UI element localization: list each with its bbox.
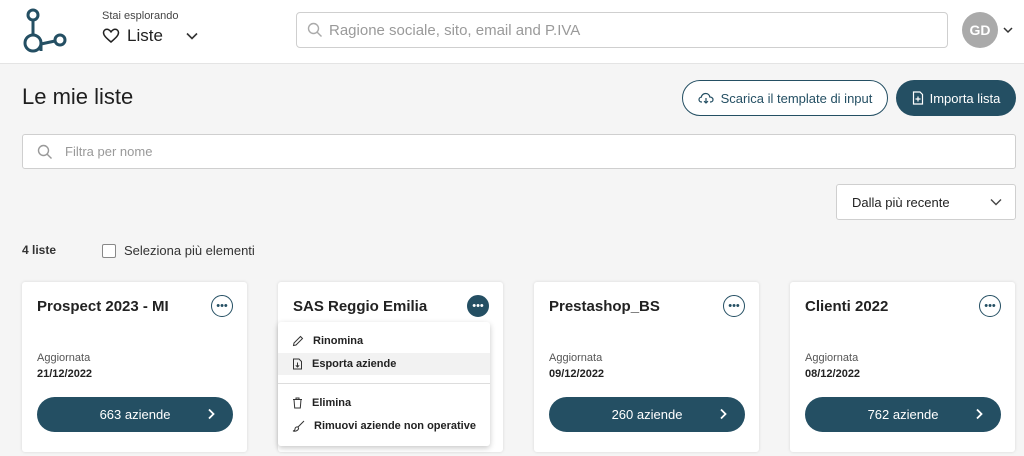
card-menu-button[interactable]: ••• (211, 295, 233, 317)
list-card[interactable]: Prestashop_BS ••• Aggiornata 09/12/2022 … (534, 282, 759, 452)
explore-switcher[interactable]: Stai esplorando Liste (102, 10, 199, 46)
more-icon: ••• (984, 299, 996, 312)
app-logo-icon[interactable] (20, 6, 70, 56)
chevron-down-icon[interactable] (1002, 24, 1014, 36)
chevron-right-icon (976, 408, 983, 420)
card-menu-button[interactable]: ••• (723, 295, 745, 317)
card-date: 08/12/2022 (805, 368, 861, 380)
chevron-down-icon[interactable] (185, 29, 199, 43)
filter-by-name[interactable] (22, 134, 1016, 169)
heart-icon (102, 28, 120, 43)
card-companies-label: 260 aziende (611, 407, 683, 422)
global-search-input[interactable] (329, 21, 929, 39)
card-updated-label: Aggiornata (805, 352, 859, 364)
card-companies-button[interactable]: 260 aziende (549, 397, 745, 432)
list-card[interactable]: Prospect 2023 - MI ••• Aggiornata 21/12/… (22, 282, 247, 452)
menu-item-rename-label: Rinomina (313, 335, 364, 347)
explore-label: Stai esplorando (102, 10, 179, 22)
more-icon: ••• (728, 299, 740, 312)
sort-select[interactable]: Dalla più recente (836, 184, 1016, 220)
more-icon: ••• (472, 299, 484, 312)
card-title: Prospect 2023 - MI (37, 298, 169, 315)
more-icon: ••• (216, 299, 228, 312)
global-search[interactable] (296, 12, 948, 48)
card-date: 09/12/2022 (549, 368, 605, 380)
card-updated-label: Aggiornata (37, 352, 91, 364)
menu-item-delete-label: Elimina (312, 397, 352, 409)
import-list-label: Importa lista (929, 90, 1001, 106)
card-title: Clienti 2022 (805, 298, 889, 315)
card-context-menu: Rinomina Esporta aziende Elimina Rimuovi… (278, 322, 490, 446)
trash-icon (293, 397, 302, 409)
search-icon (307, 22, 322, 37)
import-list-button[interactable]: Importa lista (896, 80, 1016, 116)
card-title: SAS Reggio Emilia (293, 298, 428, 315)
card-companies-label: 762 aziende (867, 407, 939, 422)
menu-item-remove-inactive[interactable]: Rimuovi aziende non operative (278, 415, 490, 437)
menu-divider (278, 383, 490, 384)
download-template-label: Scarica il template di input (720, 90, 873, 106)
multi-select-label: Seleziona più elementi (124, 243, 255, 258)
card-menu-button[interactable]: ••• (467, 295, 489, 317)
card-title: Prestashop_BS (549, 298, 660, 315)
user-avatar[interactable]: GD (962, 12, 998, 48)
card-companies-label: 663 aziende (99, 407, 171, 422)
card-menu-button[interactable]: ••• (979, 295, 1001, 317)
card-updated-label: Aggiornata (549, 352, 603, 364)
menu-item-delete[interactable]: Elimina (278, 392, 490, 414)
chevron-right-icon (208, 408, 215, 420)
page-title: Le mie liste (22, 84, 134, 109)
card-date: 21/12/2022 (37, 368, 93, 380)
search-icon (37, 144, 52, 159)
menu-item-remove-inactive-label: Rimuovi aziende non operative (314, 420, 476, 432)
menu-item-export[interactable]: Esporta aziende (278, 353, 490, 375)
filter-input[interactable] (65, 144, 965, 159)
menu-item-rename[interactable]: Rinomina (278, 330, 490, 352)
chevron-down-icon (990, 199, 1002, 206)
list-card[interactable]: Clienti 2022 ••• Aggiornata 08/12/2022 7… (790, 282, 1015, 452)
card-companies-button[interactable]: 762 aziende (805, 397, 1001, 432)
file-export-icon (293, 358, 302, 370)
pencil-icon (292, 335, 304, 347)
top-bar: Stai esplorando Liste GD (0, 0, 1024, 64)
sort-selected-value: Dalla più recente (852, 194, 950, 210)
file-add-icon (912, 91, 923, 105)
multi-select-checkbox[interactable] (102, 243, 116, 258)
lists-count: 4 liste (22, 243, 57, 257)
chevron-right-icon (720, 408, 727, 420)
explore-title: Liste (127, 26, 163, 45)
multi-select-toggle[interactable]: Seleziona più elementi (102, 243, 255, 258)
cloud-download-icon (698, 92, 714, 104)
menu-item-export-label: Esporta aziende (312, 358, 397, 370)
download-template-button[interactable]: Scarica il template di input (682, 80, 888, 116)
card-companies-button[interactable]: 663 aziende (37, 397, 233, 432)
brush-icon (292, 420, 305, 432)
